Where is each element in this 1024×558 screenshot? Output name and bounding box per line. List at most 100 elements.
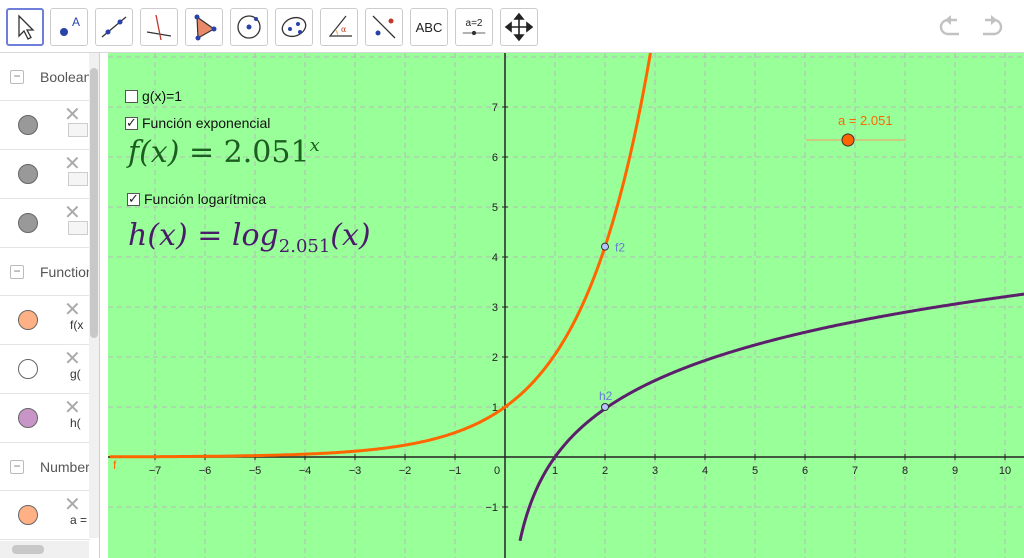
ellipse-tool-button[interactable] xyxy=(275,8,313,46)
x-tick-label: 1 xyxy=(552,465,558,477)
cursor-arrow-icon xyxy=(18,14,35,40)
curve-label-f: f xyxy=(113,458,117,472)
point-h2 xyxy=(601,403,609,411)
point-tool-button[interactable]: A xyxy=(50,8,88,46)
polygon-tool-button[interactable] xyxy=(185,8,223,46)
x-tick-label: 7 xyxy=(852,465,858,477)
formula-base: 2.051 xyxy=(223,135,310,170)
slider-knob[interactable] xyxy=(841,133,855,147)
algebra-row-g[interactable]: ✕ g( xyxy=(0,345,90,394)
line-tool-button[interactable] xyxy=(95,8,133,46)
perpendicular-line-tool-button[interactable] xyxy=(140,8,178,46)
formula-f: f(x) = 2.051x xyxy=(128,135,320,170)
slider-a[interactable]: a = 2.051 xyxy=(806,113,906,147)
category-label: Number xyxy=(40,459,90,475)
delete-icon[interactable]: ✕ xyxy=(64,495,81,515)
delete-icon[interactable]: ✕ xyxy=(64,154,81,174)
checkbox-box[interactable] xyxy=(125,89,138,103)
algebra-row-h[interactable]: ✕ h( xyxy=(0,394,90,443)
algebra-row[interactable]: ✕ xyxy=(0,101,90,150)
collapse-icon[interactable]: − xyxy=(10,265,24,279)
horizontal-scrollbar[interactable] xyxy=(0,541,89,558)
formula-lhs: h(x) xyxy=(128,218,188,253)
y-tick-label: 2 xyxy=(492,352,498,364)
svg-text:α: α xyxy=(341,25,347,34)
redo-button[interactable] xyxy=(975,12,1005,40)
scrollbar-thumb[interactable] xyxy=(90,68,98,338)
circle-tool-button[interactable] xyxy=(230,8,268,46)
formula-eq: = xyxy=(197,218,223,253)
x-tick-label: 0 xyxy=(494,465,500,477)
point-f2 xyxy=(601,242,609,251)
points[interactable]: f2 h2 xyxy=(599,241,625,411)
visibility-toggle[interactable] xyxy=(18,505,38,525)
visibility-toggle[interactable] xyxy=(18,359,38,379)
logarithmic-curve-h[interactable] xyxy=(518,291,1024,542)
formula-base-subscript: 2.051 xyxy=(278,236,331,257)
algebra-row[interactable]: ✕ xyxy=(0,199,90,248)
y-tick-label: 3 xyxy=(492,302,498,314)
point-label-h2: h2 xyxy=(599,389,613,403)
x-tick-label: 9 xyxy=(952,465,958,477)
move-tool-button[interactable] xyxy=(6,8,44,46)
reflect-line-icon xyxy=(372,15,396,39)
checkbox-logarithmic[interactable]: Función logarítmica xyxy=(127,191,266,207)
y-tick-label: 6 xyxy=(492,152,498,164)
delete-icon[interactable]: ✕ xyxy=(64,105,81,125)
visibility-toggle[interactable] xyxy=(18,213,38,233)
x-tick-label: −4 xyxy=(299,465,312,477)
x-tick-label: 6 xyxy=(802,465,808,477)
formula-exponent: x xyxy=(309,135,320,156)
text-tool-label: ABC xyxy=(415,19,443,35)
slider-icon xyxy=(462,30,486,35)
algebra-row-f[interactable]: ✕ f(x xyxy=(0,296,90,345)
visibility-toggle[interactable] xyxy=(18,115,38,135)
point-icon: A xyxy=(60,15,80,36)
checkbox-box[interactable] xyxy=(127,191,140,207)
formula-h: h(x) = log2.051(x) xyxy=(128,218,371,257)
angle-icon: α xyxy=(328,15,352,37)
x-tick-label: 3 xyxy=(652,465,658,477)
checkbox-box[interactable] xyxy=(125,115,138,131)
vertical-scrollbar[interactable] xyxy=(89,53,99,538)
checkbox-g[interactable]: g(x)=1 xyxy=(125,88,182,104)
line-icon xyxy=(101,16,127,38)
polygon-icon xyxy=(194,14,217,41)
delete-icon[interactable]: ✕ xyxy=(64,398,81,418)
reflect-tool-button[interactable] xyxy=(365,8,403,46)
formula-lhs: f(x) xyxy=(128,135,180,170)
toolbar: A α ABC a=2 xyxy=(0,0,1024,53)
checkbox-exponential[interactable]: Función exponencial xyxy=(125,115,270,131)
x-tick-label: −7 xyxy=(149,465,162,477)
algebra-row-a[interactable]: ✕ a = xyxy=(0,491,90,540)
collapse-icon[interactable]: − xyxy=(10,460,24,474)
checkbox-label: Función exponencial xyxy=(142,115,271,131)
y-tick-label: −1 xyxy=(485,502,498,514)
visibility-toggle[interactable] xyxy=(18,310,38,330)
scrollbar-thumb[interactable] xyxy=(12,545,44,554)
circle-icon xyxy=(237,15,261,39)
undo-icon xyxy=(939,15,959,36)
x-tick-label: 10 xyxy=(999,465,1011,477)
delete-icon[interactable]: ✕ xyxy=(64,349,81,369)
x-tick-label: 2 xyxy=(602,465,608,477)
category-boolean[interactable]: − Boolean Value xyxy=(0,53,99,101)
y-tick-label: 5 xyxy=(492,202,498,214)
category-function[interactable]: − Function xyxy=(0,248,94,296)
category-number[interactable]: − Number xyxy=(0,443,90,491)
visibility-toggle[interactable] xyxy=(18,164,38,184)
formula-arg: (x) xyxy=(330,218,371,253)
delete-icon[interactable]: ✕ xyxy=(64,300,81,320)
undo-button[interactable] xyxy=(937,12,967,40)
text-tool-button[interactable]: ABC xyxy=(410,8,448,46)
delete-icon[interactable]: ✕ xyxy=(64,203,81,223)
point-label-f2: f2 xyxy=(615,241,625,255)
collapse-icon[interactable]: − xyxy=(10,70,24,84)
algebra-row[interactable]: ✕ xyxy=(0,150,90,199)
slider-tool-button[interactable]: a=2 xyxy=(455,8,493,46)
graphics-view[interactable]: −7 −6 −5 −4 −3 −2 −1 0 1 2 3 4 5 6 7 8 9 10 −1 1 2 3 4 5 6 7 f2 h2… xyxy=(108,53,1024,558)
visibility-toggle[interactable] xyxy=(18,408,38,428)
angle-tool-button[interactable]: α xyxy=(320,8,358,46)
x-tick-label: −5 xyxy=(249,465,262,477)
move-graphics-view-tool-button[interactable] xyxy=(500,8,538,46)
